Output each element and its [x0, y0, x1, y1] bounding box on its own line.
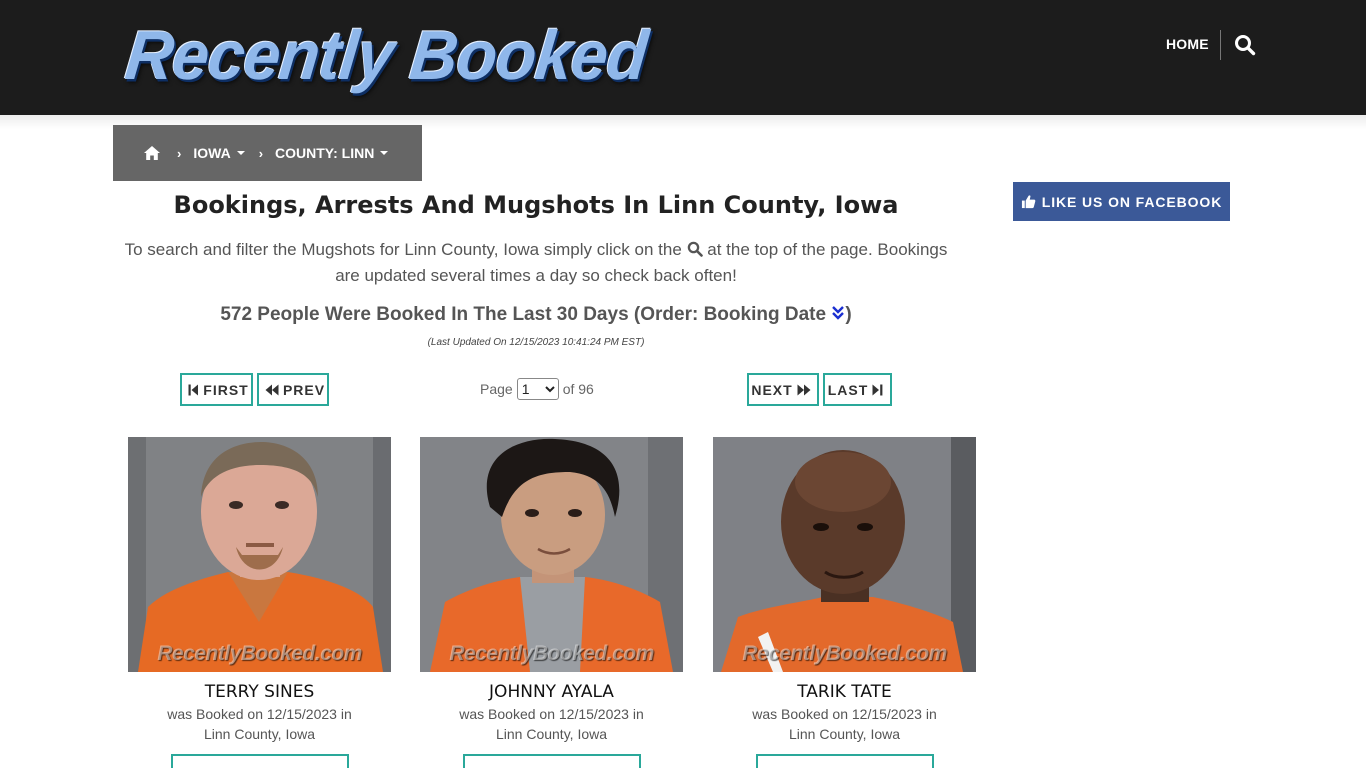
page-of-label: of 96	[562, 381, 594, 397]
last-page-button[interactable]: LAST	[823, 373, 892, 406]
booking-card[interactable]: RecentlyBooked.com TERRY SINES was Booke…	[128, 437, 391, 768]
mugshot-photo[interactable]: RecentlyBooked.com	[713, 437, 976, 672]
booking-count-text: 572 People Were Booked In The Last 30 Da…	[220, 304, 827, 325]
booking-location-line: Linn County, Iowa	[203, 726, 316, 742]
search-icon	[687, 241, 703, 257]
page-label: Page	[480, 381, 513, 397]
fast-forward-icon	[797, 384, 811, 395]
rewind-icon	[265, 384, 279, 395]
watermark: RecentlyBooked.com	[157, 642, 362, 665]
page-selector: Page 1 of 96	[480, 377, 594, 401]
inmate-name[interactable]: TARIK TATE	[713, 682, 976, 702]
see-details-button[interactable]: SEE DETAILS	[755, 754, 934, 768]
site-header: Recently Booked HOME	[0, 0, 1366, 115]
booking-info: was Booked on 12/15/2023 in Linn County,…	[713, 704, 976, 744]
watermark: RecentlyBooked.com	[742, 642, 947, 665]
prev-page-label: PREV	[282, 381, 326, 398]
booking-info: was Booked on 12/15/2023 in Linn County,…	[128, 704, 391, 744]
caret-down-icon	[236, 151, 245, 155]
logo-text: Recently Booked	[121, 16, 651, 94]
site-logo[interactable]: Recently Booked	[122, 16, 651, 94]
next-page-label: NEXT	[751, 381, 793, 398]
intro-text: To search and filter the Mugshots for Li…	[113, 237, 959, 289]
see-details-button[interactable]: SEE DETAILS	[462, 754, 641, 768]
first-page-label: FIRST	[203, 381, 249, 398]
breadcrumb-county-label: COUNTY: LINN	[275, 145, 375, 161]
first-page-icon	[188, 384, 199, 395]
booking-count-close: )	[845, 304, 852, 325]
first-page-button[interactable]: FIRST	[180, 373, 253, 406]
next-page-button[interactable]: NEXT	[747, 373, 819, 406]
booking-info: was Booked on 12/15/2023 in Linn County,…	[420, 704, 683, 744]
home-icon[interactable]	[143, 145, 161, 161]
thumbs-up-icon	[1021, 195, 1036, 209]
chevron-right-icon: ›	[258, 145, 264, 161]
inmate-name[interactable]: TERRY SINES	[128, 682, 391, 702]
facebook-like-button[interactable]: LIKE US ON FACEBOOK	[1013, 182, 1230, 221]
booking-card[interactable]: RecentlyBooked.com TARIK TATE was Booked…	[713, 437, 976, 768]
page-select[interactable]: 1	[516, 378, 559, 400]
prev-page-button[interactable]: PREV	[257, 373, 329, 406]
inmate-name[interactable]: JOHNNY AYALA	[420, 682, 683, 702]
booking-count: 572 People Were Booked In The Last 30 Da…	[113, 304, 959, 328]
search-icon[interactable]	[1234, 34, 1256, 56]
last-page-label: LAST	[827, 381, 869, 398]
caret-down-icon	[380, 151, 389, 155]
intro-text-before: To search and filter the Mugshots for Li…	[124, 240, 682, 259]
booking-card[interactable]: RecentlyBooked.com JOHNNY AYALA was Book…	[420, 437, 683, 768]
breadcrumb-county-dropdown[interactable]: COUNTY: LINN	[275, 145, 389, 161]
nav-home-link[interactable]: HOME	[1166, 36, 1209, 52]
nav-divider	[1220, 30, 1221, 60]
last-updated: (Last Updated On 12/15/2023 10:41:24 PM …	[427, 337, 645, 348]
watermark: RecentlyBooked.com	[449, 642, 654, 665]
last-page-icon	[872, 384, 883, 395]
mugshot-photo[interactable]: RecentlyBooked.com	[128, 437, 391, 672]
breadcrumb: › IOWA › COUNTY: LINN	[113, 125, 422, 181]
booking-date-line: was Booked on 12/15/2023 in	[167, 706, 352, 722]
breadcrumb-state-dropdown[interactable]: IOWA	[193, 145, 245, 161]
order-toggle-icon[interactable]	[831, 305, 845, 328]
booking-date-line: was Booked on 12/15/2023 in	[459, 706, 644, 722]
chevron-right-icon: ›	[177, 145, 182, 161]
booking-location-line: Linn County, Iowa	[495, 726, 608, 742]
mugshot-photo[interactable]: RecentlyBooked.com	[420, 437, 683, 672]
see-details-button[interactable]: SEE DETAILS	[170, 754, 349, 768]
booking-date-line: was Booked on 12/15/2023 in	[752, 706, 937, 722]
page-title: Bookings, Arrests And Mugshots In Linn C…	[173, 191, 899, 219]
booking-location-line: Linn County, Iowa	[788, 726, 901, 742]
facebook-like-label: LIKE US ON FACEBOOK	[1041, 193, 1223, 210]
breadcrumb-state-label: IOWA	[193, 145, 231, 161]
